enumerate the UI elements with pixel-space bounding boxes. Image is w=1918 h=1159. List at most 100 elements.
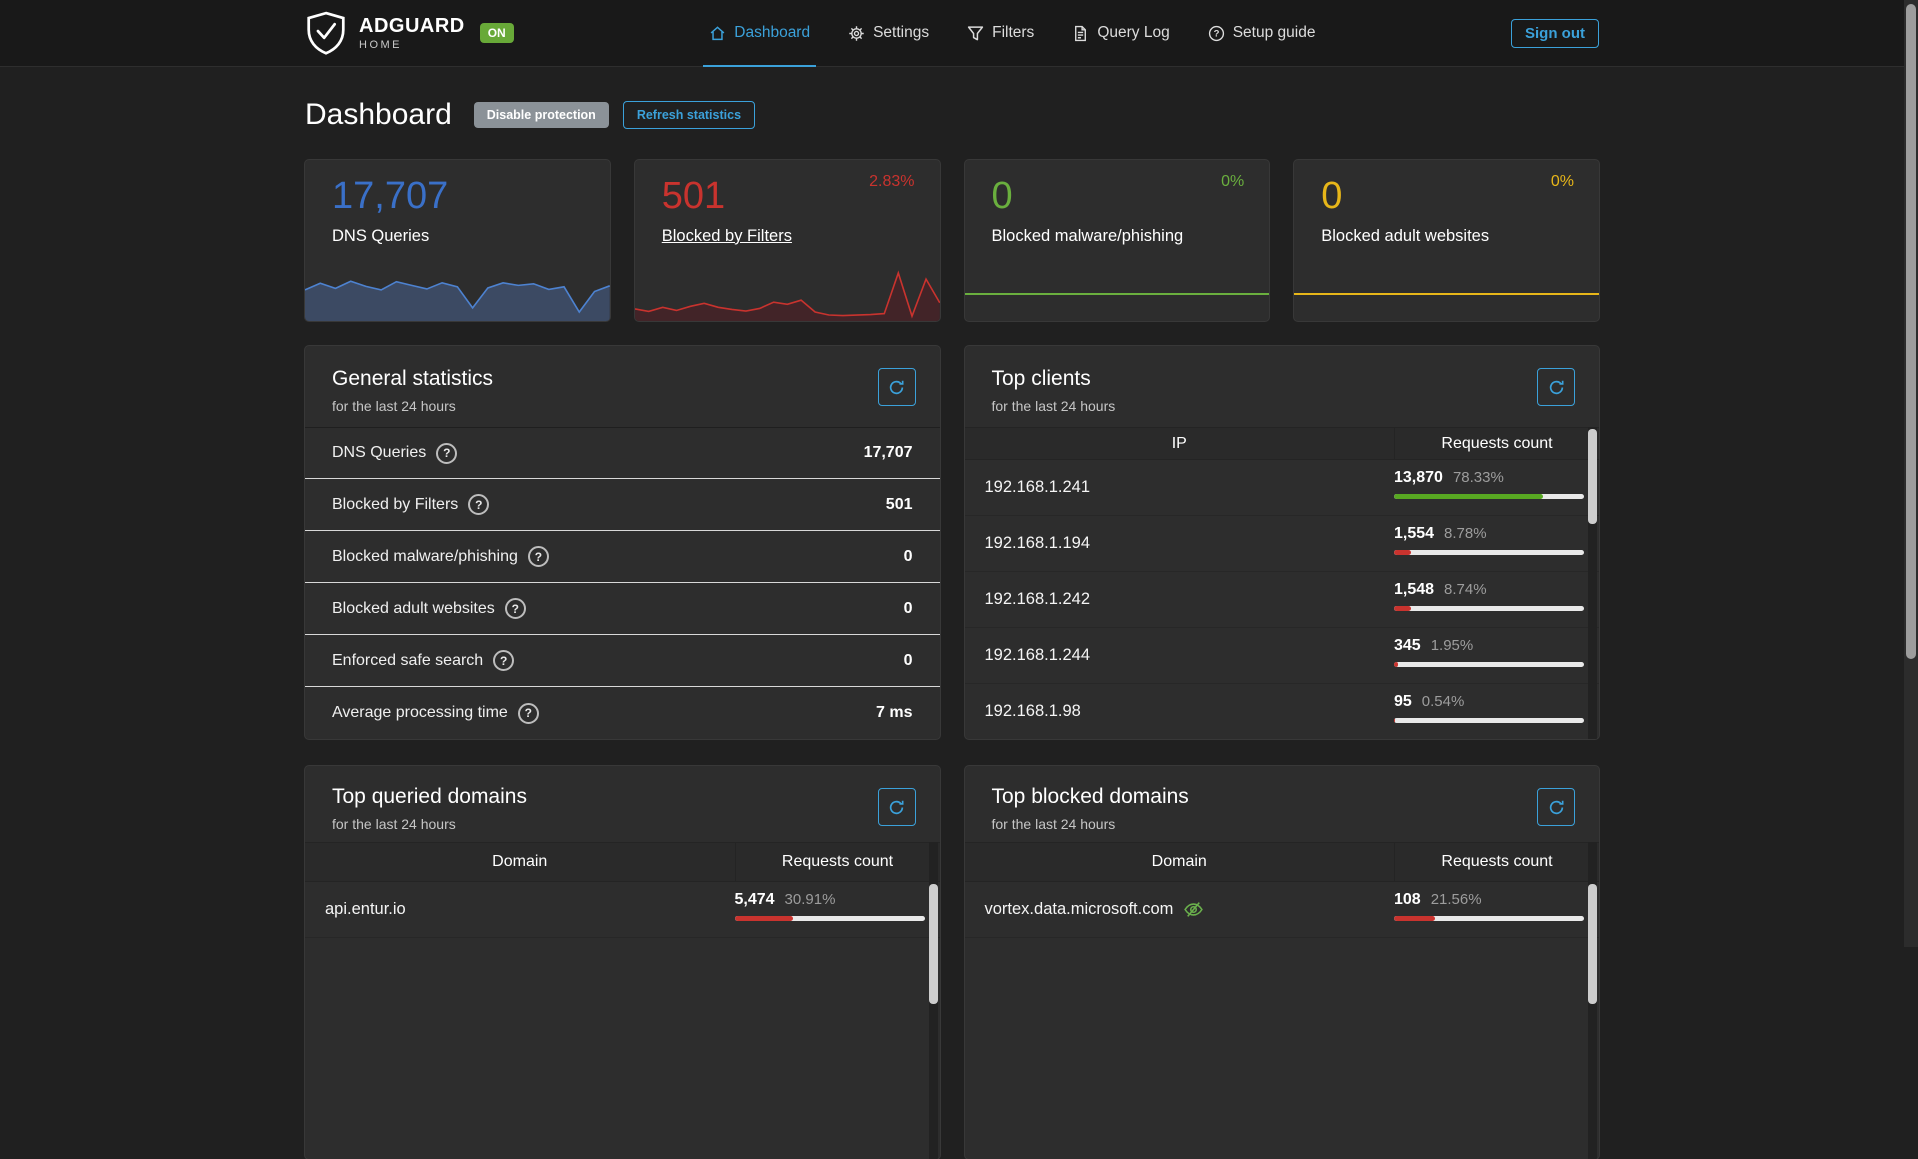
sparkline-chart bbox=[635, 264, 940, 321]
nav-item-settings[interactable]: Settings bbox=[848, 0, 929, 66]
client-ip: 192.168.1.98 bbox=[965, 684, 1395, 739]
brand: ADGUARD HOME ON bbox=[305, 11, 514, 56]
help-icon[interactable]: ? bbox=[518, 703, 539, 724]
domain-row: api.entur.io5,47430.91% bbox=[305, 882, 940, 938]
nav-item-dashboard[interactable]: Dashboard bbox=[709, 0, 810, 66]
help-icon[interactable]: ? bbox=[493, 650, 514, 671]
requests-count: 5,474 bbox=[735, 891, 775, 908]
panel-title: General statistics bbox=[332, 367, 913, 391]
nav-label: Query Log bbox=[1097, 24, 1169, 42]
refresh-icon bbox=[888, 799, 905, 816]
gear-icon bbox=[848, 25, 865, 42]
stat-percent: 2.83% bbox=[869, 173, 914, 191]
panel-subtitle: for the last 24 hours bbox=[332, 398, 913, 414]
help-icon[interactable]: ? bbox=[468, 494, 489, 515]
requests-cell: 5,474 30.91% bbox=[735, 882, 940, 937]
requests-percent: 8.78% bbox=[1444, 525, 1487, 542]
requests-percent: 30.91% bbox=[785, 891, 836, 908]
svg-text:?: ? bbox=[1213, 28, 1219, 39]
help-circle-icon: ? bbox=[1208, 25, 1225, 42]
stat-percent: 0% bbox=[1551, 173, 1574, 191]
table-header: Domain Requests count bbox=[965, 842, 1600, 882]
stat-value: 17,707 bbox=[332, 176, 610, 218]
refresh-icon bbox=[1548, 379, 1565, 396]
requests-percent: 0.54% bbox=[1422, 693, 1465, 710]
page-title: Dashboard bbox=[305, 97, 452, 133]
trend-line bbox=[1294, 293, 1599, 295]
requests-cell: 950.54% bbox=[1394, 684, 1599, 739]
refresh-panel-button[interactable] bbox=[878, 788, 916, 826]
app-header: ADGUARD HOME ON Dashboard Settings Filters… bbox=[0, 0, 1904, 67]
stat-label: Enforced safe search? bbox=[332, 650, 514, 671]
stat-row-enforced-safe-search: Enforced safe search? 0 bbox=[305, 635, 940, 687]
stat-label: Blocked malware/phishing? bbox=[332, 546, 549, 567]
top-queried-domains-panel: Top queried domains for the last 24 hour… bbox=[305, 766, 940, 1159]
client-row: 192.168.1.2443451.95% bbox=[965, 628, 1600, 684]
eye-off-icon[interactable] bbox=[1183, 899, 1204, 920]
client-ip: 192.168.1.194 bbox=[965, 516, 1395, 571]
nav-item-filters[interactable]: Filters bbox=[967, 0, 1034, 66]
top-clients-panel: Top clients for the last 24 hours IP Req… bbox=[965, 346, 1600, 739]
sign-out-button[interactable]: Sign out bbox=[1511, 19, 1599, 48]
requests-cell: 3451.95% bbox=[1394, 628, 1599, 683]
help-icon[interactable]: ? bbox=[436, 443, 457, 464]
requests-count: 108 bbox=[1394, 891, 1421, 908]
requests-bar bbox=[735, 916, 925, 921]
help-icon[interactable]: ? bbox=[528, 546, 549, 567]
client-row: 192.168.1.98950.54% bbox=[965, 684, 1600, 739]
requests-bar bbox=[1394, 916, 1584, 921]
panel-scrollbar[interactable] bbox=[1588, 842, 1597, 1159]
requests-percent: 1.95% bbox=[1431, 637, 1474, 654]
stat-label: Blocked adult websites bbox=[1321, 227, 1489, 246]
requests-percent: 8.74% bbox=[1444, 581, 1487, 598]
panel-scrollbar[interactable] bbox=[1588, 427, 1597, 739]
home-icon bbox=[709, 25, 726, 42]
refresh-icon bbox=[888, 379, 905, 396]
stat-percent: 0% bbox=[1221, 173, 1244, 191]
stat-value: 0 bbox=[904, 652, 913, 670]
nav-label: Filters bbox=[992, 24, 1034, 42]
protection-status-badge: ON bbox=[480, 23, 514, 43]
requests-count: 1,554 bbox=[1394, 525, 1434, 542]
stat-label: Blocked by Filters? bbox=[332, 494, 489, 515]
refresh-panel-button[interactable] bbox=[1537, 368, 1575, 406]
stat-row-blocked-adult-websites: Blocked adult websites?0 bbox=[305, 583, 940, 635]
client-row: 192.168.1.24113,87078.33% bbox=[965, 460, 1600, 516]
stat-card-blocked-malware-phishing: 0%0Blocked malware/phishing bbox=[965, 160, 1270, 321]
refresh-panel-button[interactable] bbox=[1537, 788, 1575, 826]
panel-subtitle: for the last 24 hours bbox=[332, 816, 913, 832]
panel-scrollbar[interactable] bbox=[929, 842, 938, 1159]
column-header-requests: Requests count bbox=[735, 843, 940, 881]
main-nav: Dashboard Settings Filters Query Log? Setup … bbox=[514, 0, 1511, 66]
stat-row-average-processing-time: Average processing time?7 ms bbox=[305, 687, 940, 739]
document-icon bbox=[1072, 25, 1089, 42]
requests-bar bbox=[1394, 718, 1584, 723]
requests-bar bbox=[1394, 606, 1584, 611]
stat-row-dns-queries: DNS Queries?17,707 bbox=[305, 427, 940, 479]
requests-count: 1,548 bbox=[1394, 581, 1434, 598]
nav-item-query-log[interactable]: Query Log bbox=[1072, 0, 1169, 66]
refresh-statistics-button[interactable]: Refresh statistics bbox=[623, 101, 755, 129]
general-statistics-panel: General statistics for the last 24 hours… bbox=[305, 346, 940, 739]
panel-title: Top blocked domains bbox=[992, 785, 1573, 809]
stat-label: DNS Queries? bbox=[332, 443, 457, 464]
stat-card-blocked-by-filters: 2.83%501Blocked by Filters bbox=[635, 160, 940, 321]
refresh-panel-button[interactable] bbox=[878, 368, 916, 406]
blocked-by-filters-link[interactable]: Blocked by Filters bbox=[662, 227, 792, 246]
brand-name: ADGUARD bbox=[359, 16, 465, 36]
panel-title: Top clients bbox=[992, 367, 1573, 391]
page-scrollbar[interactable] bbox=[1904, 0, 1918, 947]
help-icon[interactable]: ? bbox=[505, 598, 526, 619]
adguard-logo-icon bbox=[305, 11, 347, 56]
stat-value: 501 bbox=[886, 496, 913, 514]
nav-item-setup-guide[interactable]: ? Setup guide bbox=[1208, 0, 1316, 66]
client-row: 192.168.1.2421,5488.74% bbox=[965, 572, 1600, 628]
column-header-requests: Requests count bbox=[1394, 428, 1599, 459]
nav-label: Setup guide bbox=[1233, 24, 1316, 42]
column-header-domain: Domain bbox=[305, 843, 735, 881]
column-header-ip: IP bbox=[965, 428, 1395, 459]
panel-subtitle: for the last 24 hours bbox=[992, 398, 1573, 414]
filter-icon bbox=[967, 25, 984, 42]
disable-protection-button[interactable]: Disable protection bbox=[474, 102, 609, 128]
sparkline-chart bbox=[305, 264, 610, 321]
